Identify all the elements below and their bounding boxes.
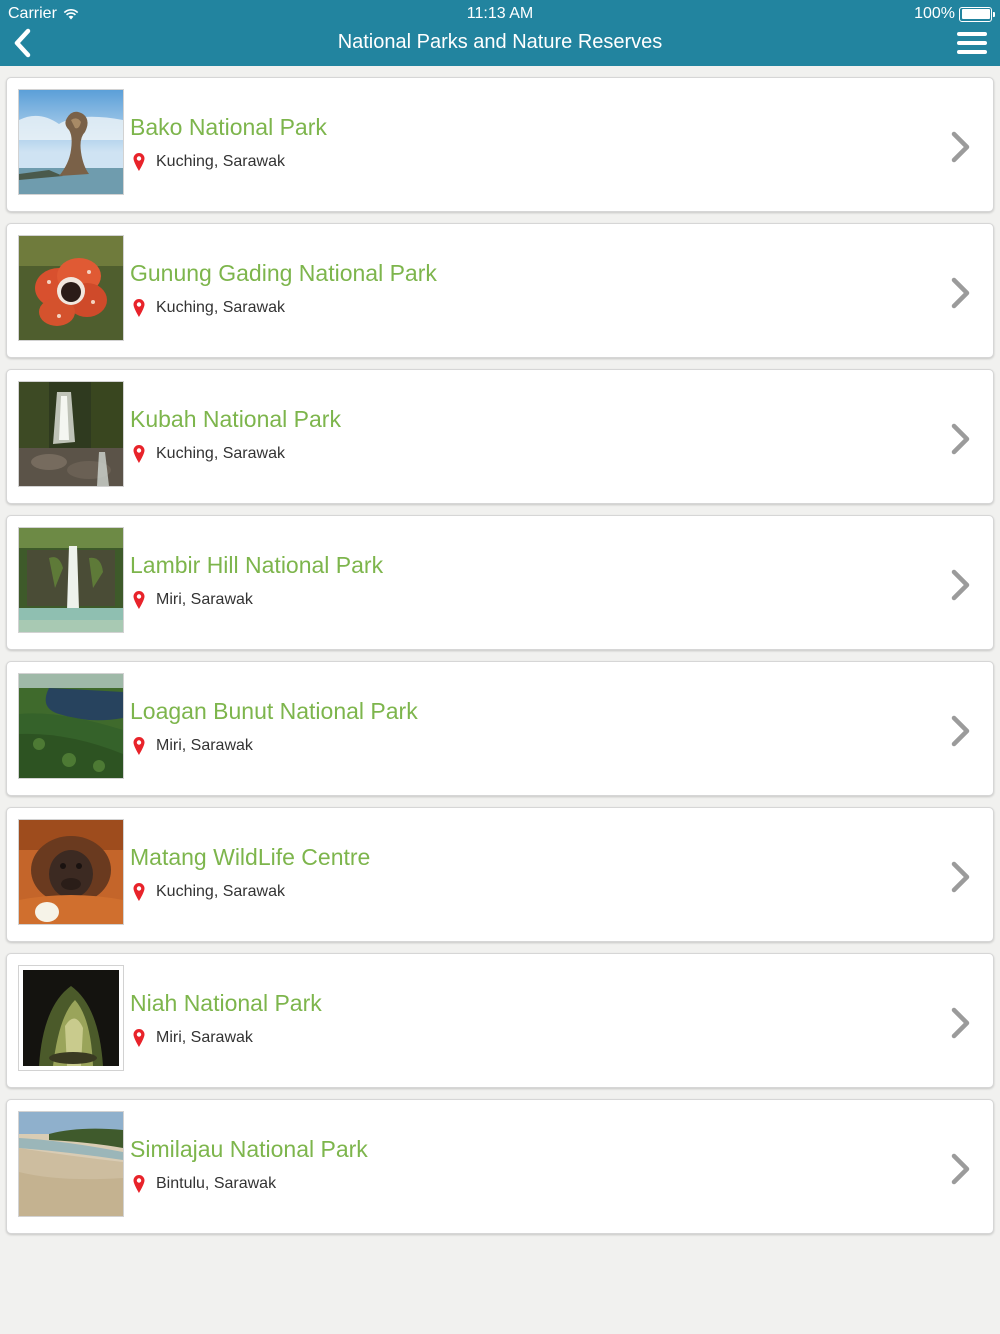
park-list-item[interactable]: Bako National Park Kuching, Sarawak [6, 77, 994, 212]
park-location-text: Bintulu, Sarawak [156, 1175, 277, 1192]
rafflesia-flower-photo [18, 235, 124, 341]
park-list-item[interactable]: Loagan Bunut National Park Miri, Sarawak [6, 661, 994, 796]
chevron-right-icon [951, 277, 970, 309]
location-pin-icon [133, 153, 145, 171]
park-name: Niah National Park [130, 990, 322, 1016]
park-name: Matang WildLife Centre [130, 844, 371, 870]
sea-stack-rock-photo [18, 89, 124, 195]
park-location-text: Kuching, Sarawak [156, 883, 285, 900]
park-list-item[interactable]: Gunung Gading National Park Kuching, Sar… [6, 223, 994, 358]
chevron-right-icon [951, 1007, 970, 1039]
park-location: Miri, Sarawak [132, 736, 253, 756]
location-pin-icon [133, 299, 145, 317]
park-location: Kuching, Sarawak [132, 298, 285, 318]
status-time: 11:13 AM [466, 5, 534, 22]
location-pin-icon [133, 1175, 145, 1193]
park-location: Miri, Sarawak [132, 590, 253, 610]
park-location-text: Miri, Sarawak [156, 737, 253, 754]
park-location-text: Kuching, Sarawak [156, 299, 285, 316]
park-list-item[interactable]: Similajau National Park Bintulu, Sarawak [6, 1099, 994, 1234]
park-list-item[interactable]: Niah National Park Miri, Sarawak [6, 953, 994, 1088]
park-location: Miri, Sarawak [132, 1028, 253, 1048]
menu-button[interactable] [956, 30, 988, 56]
park-location-text: Miri, Sarawak [156, 1029, 253, 1046]
park-location: Bintulu, Sarawak [132, 1174, 276, 1194]
sandy-beach-photo [18, 1111, 124, 1217]
park-name: Loagan Bunut National Park [130, 698, 418, 724]
forest-waterfall-photo [18, 381, 124, 487]
park-location: Kuching, Sarawak [132, 152, 285, 172]
page-title: National Parks and Nature Reserves [337, 31, 663, 53]
park-name: Bako National Park [130, 114, 327, 140]
park-name: Kubah National Park [130, 406, 341, 432]
parks-list: Bako National Park Kuching, Sarawak Gunu… [6, 77, 994, 1245]
chevron-right-icon [951, 1153, 970, 1185]
chevron-right-icon [951, 423, 970, 455]
park-location-text: Miri, Sarawak [156, 591, 253, 608]
aerial-lake-forest-photo [18, 673, 124, 779]
park-name: Lambir Hill National Park [130, 552, 384, 578]
chevron-right-icon [951, 569, 970, 601]
park-location-text: Kuching, Sarawak [156, 445, 285, 462]
location-pin-icon [133, 445, 145, 463]
location-pin-icon [133, 737, 145, 755]
waterfall-pool-photo [18, 527, 124, 633]
chevron-right-icon [951, 861, 970, 893]
park-list-item[interactable]: Lambir Hill National Park Miri, Sarawak [6, 515, 994, 650]
park-list-item[interactable]: Kubah National Park Kuching, Sarawak [6, 369, 994, 504]
park-location-text: Kuching, Sarawak [156, 153, 285, 170]
park-name: Gunung Gading National Park [130, 260, 437, 286]
park-location: Kuching, Sarawak [132, 882, 285, 902]
hamburger-menu-icon [957, 32, 987, 54]
park-name: Similajau National Park [130, 1136, 368, 1162]
chevron-right-icon [951, 715, 970, 747]
location-pin-icon [133, 591, 145, 609]
park-location: Kuching, Sarawak [132, 444, 285, 464]
location-pin-icon [133, 883, 145, 901]
navigation-bar: Carrier 11:13 AM 100% National Parks and… [0, 0, 1000, 66]
cave-entrance-photo [18, 965, 124, 1071]
park-list-item[interactable]: Matang WildLife Centre Kuching, Sarawak [6, 807, 994, 942]
battery-icon [959, 6, 995, 22]
chevron-right-icon [951, 131, 970, 163]
location-pin-icon [133, 1029, 145, 1047]
status-battery: 100% [914, 5, 995, 23]
battery-percent: 100% [914, 5, 955, 22]
orangutan-photo [18, 819, 124, 925]
